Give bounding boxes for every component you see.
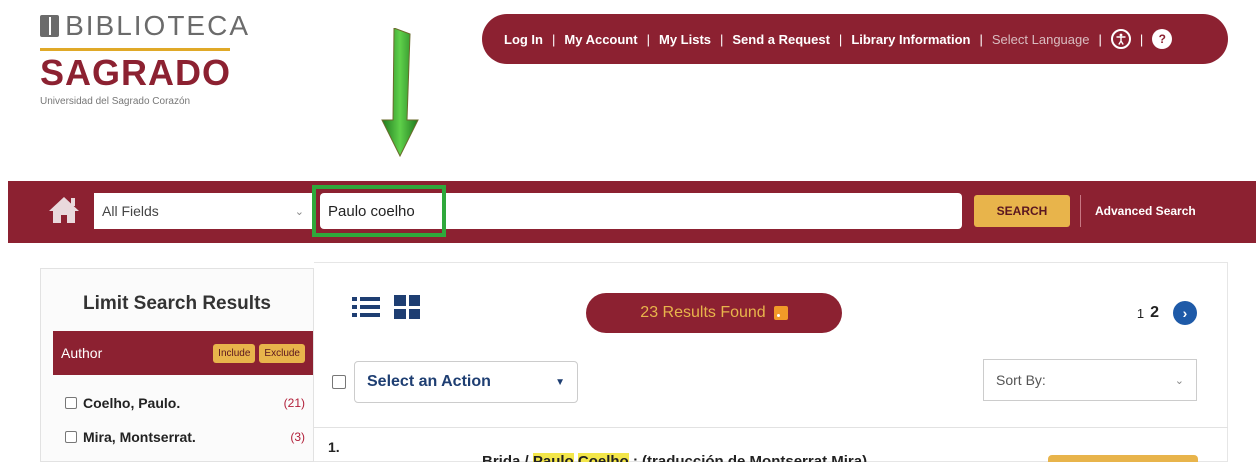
- facet-panel: Limit Search Results Author Include Excl…: [40, 268, 314, 462]
- search-input[interactable]: Paulo coelho: [320, 193, 962, 229]
- facet-group-author[interactable]: Author Include Exclude: [53, 331, 313, 375]
- select-language-dropdown[interactable]: Select Language: [992, 32, 1090, 47]
- facet-item[interactable]: Coelho, Paulo. (21): [65, 395, 305, 411]
- facet-item-count: (3): [290, 430, 305, 444]
- sort-by-label: Sort By:: [996, 372, 1046, 388]
- search-field-value: All Fields: [102, 203, 159, 219]
- login-link[interactable]: Log In: [504, 32, 543, 47]
- search-bar: All Fields ⌄ Paulo coelho SEARCH Advance…: [8, 181, 1256, 243]
- record-title-prefix: Brida /: [482, 453, 533, 462]
- results-panel: 23 Results Found 1 2 › Select an Action …: [314, 262, 1228, 462]
- nav-separator: |: [979, 31, 983, 47]
- facet-checkbox[interactable]: [65, 397, 77, 409]
- chevron-down-icon: ⌄: [294, 205, 304, 218]
- logo-top-line: BIBLIOTECA: [40, 10, 250, 42]
- select-action-dropdown[interactable]: Select an Action ▼: [354, 361, 578, 403]
- grid-view-icon[interactable]: [394, 295, 420, 319]
- nav-separator: |: [720, 31, 724, 47]
- exclude-button[interactable]: Exclude: [259, 343, 305, 363]
- facet-checkbox[interactable]: [65, 431, 77, 443]
- book-icon: [40, 15, 60, 37]
- facet-item-count: (21): [283, 396, 305, 410]
- view-toggle: [352, 295, 420, 319]
- nav-separator: |: [838, 31, 843, 47]
- results-divider: [314, 427, 1228, 428]
- record-number: 1.: [328, 439, 340, 455]
- list-view-icon[interactable]: [352, 295, 380, 319]
- logo-main-text: SAGRADO: [40, 52, 232, 93]
- include-button[interactable]: Include: [213, 343, 256, 363]
- advanced-search-label: Advanced Search: [1095, 204, 1196, 218]
- facet-item-name: Coelho, Paulo.: [83, 395, 181, 411]
- next-page-icon[interactable]: ›: [1173, 301, 1197, 325]
- record-title-highlight: Paulo: [532, 453, 574, 462]
- logo-divider: [40, 48, 230, 51]
- nav-separator: |: [552, 31, 556, 47]
- nav-separator: |: [1139, 31, 1144, 47]
- facet-item[interactable]: Mira, Montserrat. (3): [65, 429, 305, 445]
- rss-feed-icon[interactable]: [773, 306, 788, 320]
- help-icon[interactable]: ?: [1152, 29, 1173, 49]
- my-lists-link[interactable]: My Lists: [659, 32, 711, 47]
- select-all-checkbox[interactable]: [332, 375, 346, 389]
- library-information-link[interactable]: Library Information: [851, 32, 970, 47]
- record-title-highlight: Coelho: [577, 453, 629, 462]
- search-query-text: Paulo coelho: [328, 202, 415, 220]
- my-account-link[interactable]: My Account: [564, 32, 637, 47]
- advanced-search-link[interactable]: Advanced Search: [1080, 195, 1196, 227]
- library-logo[interactable]: BIBLIOTECA SAGRADO Universidad del Sagra…: [40, 10, 250, 107]
- record-title-suffix: ; (traducción de Montserrat Mira): [628, 453, 868, 462]
- logo-top-text: BIBLIOTECA: [65, 10, 250, 41]
- facet-group-label: Author: [61, 345, 103, 361]
- record-title-link[interactable]: Brida / Paulo Coelho ; (traducción de Mo…: [482, 453, 867, 462]
- facet-panel-title: Limit Search Results: [83, 293, 271, 314]
- results-count-badge: 23 Results Found: [586, 293, 842, 333]
- caret-down-icon: ▼: [555, 376, 565, 388]
- facet-item-name: Mira, Montserrat.: [83, 429, 196, 445]
- nav-separator: |: [1098, 31, 1102, 47]
- top-navigation: Log In | My Account | My Lists | Send a …: [482, 14, 1228, 64]
- select-action-label: Select an Action: [367, 373, 491, 390]
- page-link-1[interactable]: 1: [1137, 306, 1144, 321]
- results-count-text: 23 Results Found: [640, 304, 766, 321]
- send-request-link[interactable]: Send a Request: [732, 32, 830, 47]
- annotation-arrow-icon: [381, 28, 419, 158]
- pagination: 1 2 ›: [1137, 301, 1197, 325]
- record-action-button[interactable]: [1048, 455, 1198, 462]
- home-icon[interactable]: [48, 195, 80, 225]
- search-button[interactable]: SEARCH: [974, 195, 1070, 227]
- page-link-2[interactable]: 2: [1150, 304, 1159, 322]
- search-field-select[interactable]: All Fields ⌄: [94, 193, 312, 229]
- chevron-down-icon: ⌄: [1174, 374, 1184, 387]
- nav-separator: |: [646, 31, 650, 47]
- accessibility-icon[interactable]: [1110, 29, 1131, 49]
- logo-subtitle: Universidad del Sagrado Corazón: [40, 96, 191, 107]
- sort-by-dropdown[interactable]: Sort By: ⌄: [983, 359, 1197, 401]
